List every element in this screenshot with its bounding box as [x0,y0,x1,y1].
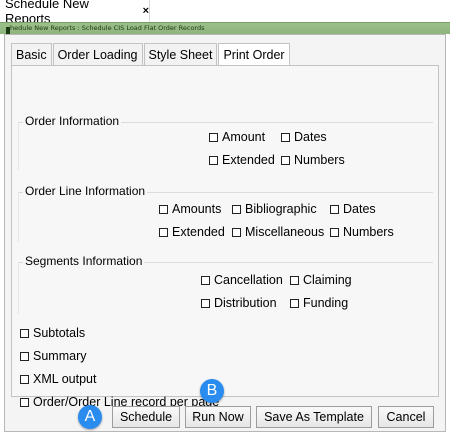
window-tabstrip: Schedule New Reports × [0,0,450,26]
checkbox-segment-cancellation[interactable]: Cancellation [201,273,283,287]
checkbox-box[interactable] [330,227,339,237]
checkbox-box[interactable] [201,275,210,285]
checkbox-line-dates[interactable]: Dates [330,202,376,216]
checkbox-line-numbers[interactable]: Numbers [330,225,394,239]
breadcrumb: hedule New Reports : Schedule CIS Load F… [0,22,450,34]
tab-schedule-new-reports[interactable]: Schedule New Reports × [0,0,150,26]
close-icon[interactable]: × [143,5,149,17]
checkbox-line-bibliographic[interactable]: Bibliographic [232,202,317,216]
run-now-button[interactable]: Run Now [185,406,251,428]
group-title: Order Line Information [23,184,148,198]
checkbox-order-extended[interactable]: Extended [209,153,275,167]
checkbox-box[interactable] [281,132,290,142]
breadcrumb-text: hedule New Reports : Schedule CIS Load F… [10,24,205,32]
schedule-button[interactable]: Schedule [112,406,180,428]
checkbox-box[interactable] [290,275,299,285]
checkbox-subtotals[interactable]: Subtotals [20,326,85,340]
checkbox-line-amounts[interactable]: Amounts [159,202,221,216]
group-title: Order Information [23,114,122,128]
print-order-panel: Order Information Amount Dates Extended … [11,65,439,409]
checkbox-order-dates[interactable]: Dates [281,130,327,144]
annotation-marker-b: B [200,379,224,403]
cancel-button[interactable]: Cancel [378,406,434,428]
group-title: Segments Information [23,254,145,268]
checkbox-box[interactable] [290,298,299,308]
dialog: Basic Order Loading Style Sheet Print Or… [4,34,446,432]
checkbox-line-extended[interactable]: Extended [159,225,225,239]
checkbox-segment-funding[interactable]: Funding [290,296,348,310]
checkbox-segment-distribution[interactable]: Distribution [201,296,277,310]
tab-order-loading[interactable]: Order Loading [52,43,143,65]
checkbox-box[interactable] [20,328,29,338]
checkbox-summary[interactable]: Summary [20,349,86,363]
checkbox-box[interactable] [159,204,168,214]
checkbox-box[interactable] [20,351,29,361]
checkbox-box[interactable] [201,298,210,308]
checkbox-box[interactable] [159,227,168,237]
checkbox-box[interactable] [209,132,218,142]
checkbox-segment-claiming[interactable]: Claiming [290,273,352,287]
tab-basic[interactable]: Basic [11,43,52,65]
checkbox-box[interactable] [209,155,218,165]
tab-style-sheet[interactable]: Style Sheet [143,43,218,65]
checkbox-box[interactable] [232,227,241,237]
schedule-new-reports-window: Schedule New Reports × hedule New Report… [0,0,450,435]
checkbox-xml-output[interactable]: XML output [20,372,96,386]
checkbox-box[interactable] [20,397,29,407]
checkbox-box[interactable] [232,204,241,214]
checkbox-box[interactable] [330,204,339,214]
checkbox-line-miscellaneous[interactable]: Miscellaneous [232,225,324,239]
tab-print-order[interactable]: Print Order [218,43,290,66]
save-as-template-button[interactable]: Save As Template [256,406,372,428]
checkbox-box[interactable] [20,374,29,384]
annotation-marker-a: A [78,405,102,429]
checkbox-order-amount[interactable]: Amount [209,130,265,144]
checkbox-order-numbers[interactable]: Numbers [281,153,345,167]
checkbox-box[interactable] [281,155,290,165]
tab-bar: Basic Order Loading Style Sheet Print Or… [11,43,291,66]
